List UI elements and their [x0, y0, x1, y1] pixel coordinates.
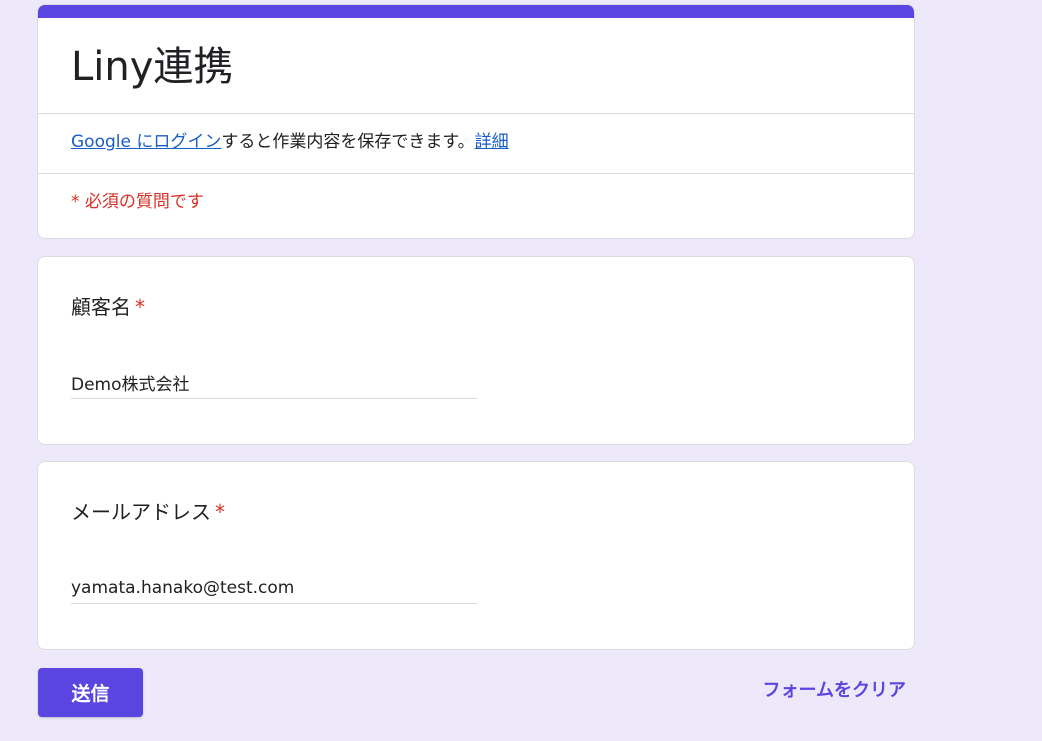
- header-accent-bar: [38, 5, 914, 18]
- details-link[interactable]: 詳細: [475, 132, 509, 152]
- form-header-card: Liny連携 Google にログインすると作業内容を保存できます。詳細 * 必…: [37, 4, 915, 239]
- required-asterisk: *: [135, 295, 145, 319]
- question-card-customer-name: 顧客名 *: [37, 256, 915, 445]
- header-divider: [38, 173, 914, 174]
- customer-name-input[interactable]: [71, 367, 477, 399]
- question-title: メールアドレス: [71, 500, 211, 524]
- submit-button[interactable]: 送信: [38, 668, 143, 717]
- clear-form-button[interactable]: フォームをクリア: [763, 676, 906, 702]
- required-asterisk: *: [215, 500, 225, 524]
- required-note: * 必須の質問です: [71, 192, 204, 212]
- login-notice-text: すると作業内容を保存できます。: [221, 132, 475, 152]
- header-divider: [38, 113, 914, 114]
- google-login-link[interactable]: Google にログイン: [71, 132, 221, 152]
- email-input[interactable]: [71, 572, 477, 604]
- question-label: 顧客名 *: [71, 292, 145, 322]
- login-notice: Google にログインすると作業内容を保存できます。詳細: [71, 129, 509, 155]
- question-label: メールアドレス *: [71, 497, 225, 527]
- question-card-email: メールアドレス *: [37, 461, 915, 650]
- form-title: Liny連携: [71, 44, 234, 90]
- question-title: 顧客名: [71, 295, 131, 319]
